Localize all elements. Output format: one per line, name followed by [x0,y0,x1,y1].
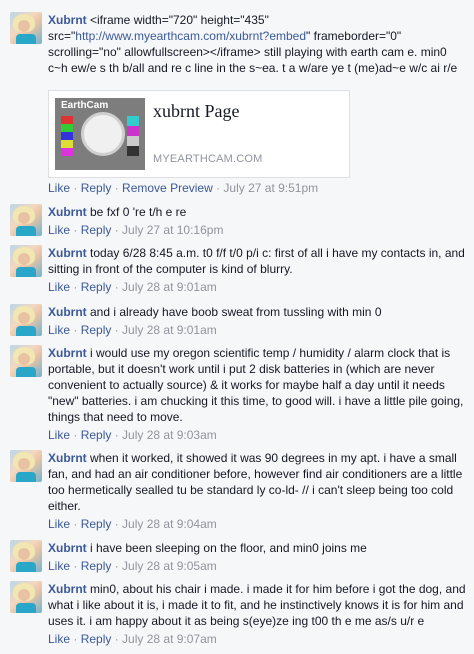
comment-text: min0, about his chair i made. i made it … [48,582,466,628]
earthcam-logo: EarthCam [61,100,109,111]
comment-author[interactable]: Xubrnt [48,451,87,465]
comment: Xubrnt <iframe width="720" height="435" … [0,8,474,198]
avatar[interactable] [10,12,42,44]
comment-text: i have been sleeping on the floor, and m… [86,541,367,555]
comment-author[interactable]: Xubrnt [48,13,87,27]
avatar[interactable] [10,304,42,336]
reply-button[interactable]: Reply [81,280,112,294]
comment-author[interactable]: Xubrnt [48,205,87,219]
timestamp[interactable]: July 27 at 9:51pm [223,181,318,195]
comment-text: and i already have boob sweat from tussl… [86,305,382,319]
comment-actions: Like · Reply · July 27 at 10:16pm [48,223,224,237]
reply-button[interactable]: Reply [81,181,112,195]
reply-button[interactable]: Reply [81,632,112,646]
comment-link[interactable]: http://www.myearthcam.com/xubrnt?embed [75,29,306,43]
timestamp[interactable]: July 28 at 9:04am [122,517,217,531]
avatar[interactable] [10,581,42,613]
comment-author[interactable]: Xubrnt [48,246,87,260]
reply-button[interactable]: Reply [81,223,112,237]
like-button[interactable]: Like [48,559,70,573]
link-preview[interactable]: EarthCam xubrnt Page MYEARTHCAM.COM [48,90,350,178]
comment-actions: Like · Reply · July 28 at 9:07am [48,632,217,646]
comment-author[interactable]: Xubrnt [48,582,87,596]
timestamp[interactable]: July 28 at 9:05am [122,559,217,573]
avatar[interactable] [10,540,42,572]
like-button[interactable]: Like [48,323,70,337]
preview-thumbnail: EarthCam [55,98,145,170]
like-button[interactable]: Like [48,428,70,442]
like-button[interactable]: Like [48,223,70,237]
reply-button[interactable]: Reply [81,559,112,573]
timestamp[interactable]: July 28 at 9:01am [122,280,217,294]
comment-actions: Like · Reply · July 28 at 9:04am [48,517,217,531]
preview-domain: MYEARTHCAM.COM [153,153,263,165]
like-button[interactable]: Like [48,280,70,294]
comment-actions: Like · Reply · July 28 at 9:03am [48,428,217,442]
like-button[interactable]: Like [48,632,70,646]
comment-text: be fxf 0 're t/h e re [86,205,187,219]
comment-author[interactable]: Xubrnt [48,541,87,555]
timestamp[interactable]: July 28 at 9:07am [122,632,217,646]
comment-author[interactable]: Xubrnt [48,305,87,319]
timestamp[interactable]: July 28 at 9:01am [122,323,217,337]
reply-button[interactable]: Reply [81,428,112,442]
avatar[interactable] [10,245,42,277]
timestamp[interactable]: July 27 at 10:16pm [122,223,223,237]
comment-text: i would use my oregon scientific temp / … [48,346,464,424]
preview-title[interactable]: xubrnt Page [153,101,239,122]
avatar[interactable] [10,345,42,377]
comment-text: today 6/28 8:45 a.m. t0 f/f t/0 p/i c: f… [48,246,465,276]
timestamp[interactable]: July 28 at 9:03am [122,428,217,442]
comment-author[interactable]: Xubrnt [48,346,87,360]
comment-actions: Like · Reply · Remove Preview · July 27 … [48,181,319,195]
avatar[interactable] [10,204,42,236]
comment-text: when it worked, it showed it was 90 degr… [48,451,463,513]
like-button[interactable]: Like [48,517,70,531]
reply-button[interactable]: Reply [81,323,112,337]
like-button[interactable]: Like [48,181,70,195]
reply-button[interactable]: Reply [81,517,112,531]
avatar[interactable] [10,450,42,482]
remove-preview-button[interactable]: Remove Preview [122,181,213,195]
comment-actions: Like · Reply · July 28 at 9:01am [48,323,217,337]
comment-actions: Like · Reply · July 28 at 9:01am [48,280,217,294]
comment-actions: Like · Reply · July 28 at 9:05am [48,559,217,573]
